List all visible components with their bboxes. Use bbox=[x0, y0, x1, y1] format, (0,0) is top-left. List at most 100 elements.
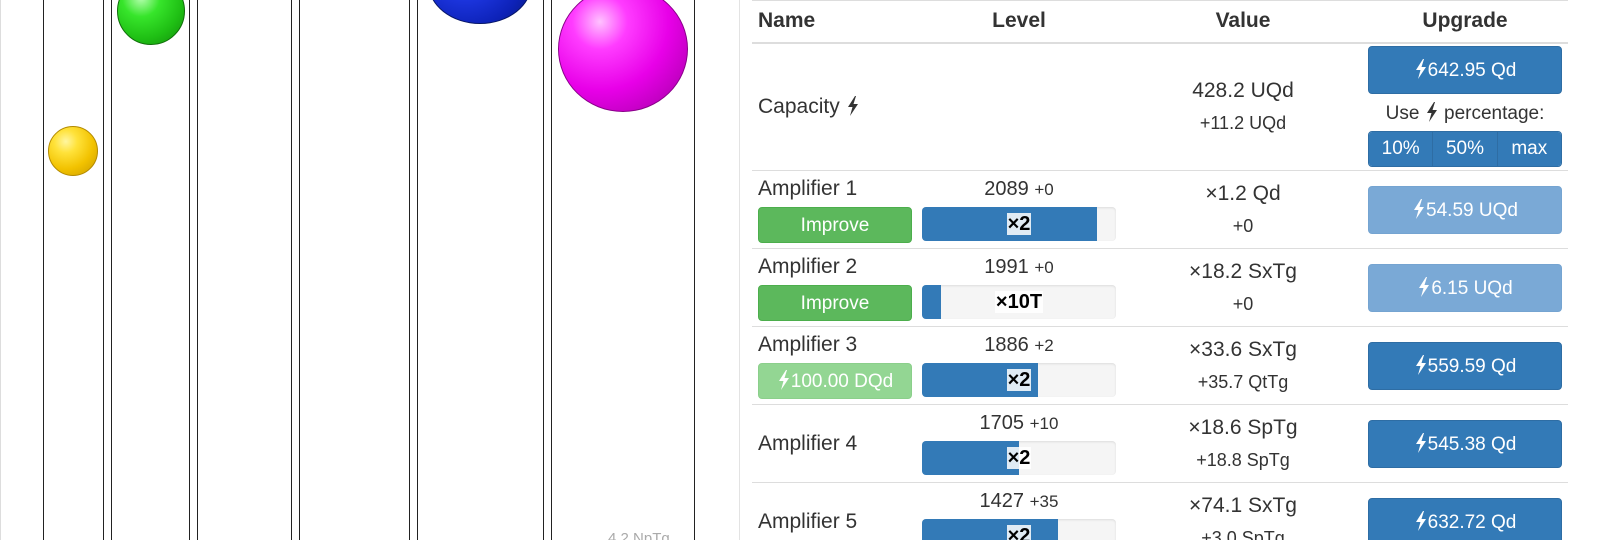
table-row: Amplifier 2 Improve 1991 +0 ×10T ×18.2 S… bbox=[752, 248, 1568, 327]
table-row: Amplifier 1 Improve 2089 +0 ×2 ×1.2 Qd +… bbox=[752, 170, 1568, 249]
amplifier-value-cell: ×18.6 SpTg +18.8 SpTg bbox=[1124, 404, 1362, 483]
tube bbox=[299, 0, 410, 540]
amplifier-value-delta: +0 bbox=[1232, 293, 1254, 314]
table-header: Name Level Value Upgrade bbox=[752, 0, 1568, 44]
capacity-value-delta: +11.2 UQd bbox=[1199, 112, 1287, 133]
table-row: Amplifier 5 1427 +35 ×2 ×74.1 SxTg +3.0 … bbox=[752, 482, 1568, 540]
amplifier-upgrade-cell: 6.15 UQd bbox=[1362, 248, 1568, 327]
amplifier-upgrade-cell: 632.72 Qd bbox=[1362, 482, 1568, 540]
lightning-bolt-icon bbox=[1414, 354, 1428, 375]
upgrades-panel: Name Level Value Upgrade Capacity 428.2 … bbox=[752, 0, 1568, 540]
improve-label: Improve bbox=[800, 292, 870, 314]
amplifier-name: Amplifier 1 bbox=[758, 176, 858, 200]
improve-button[interactable]: 100.00 DQd bbox=[758, 362, 912, 399]
improve-cost: 100.00 DQd bbox=[790, 370, 894, 392]
lightning-bolt-icon bbox=[1425, 102, 1439, 123]
amplifier-level-cell: 1705 +10 ×2 bbox=[914, 404, 1124, 483]
tube bbox=[111, 0, 190, 540]
percentage-max-button[interactable]: max bbox=[1497, 132, 1561, 167]
amplifier-value: ×1.2 Qd bbox=[1205, 181, 1281, 205]
capacity-value: 428.2 UQd bbox=[1192, 78, 1294, 102]
capacity-value-cell: 428.2 UQd +11.2 UQd bbox=[1124, 42, 1362, 171]
level-value: 2089 bbox=[984, 178, 1029, 200]
amplifier-name: Amplifier 3 bbox=[758, 332, 858, 356]
percentage-label: Use percentage: bbox=[1362, 102, 1568, 125]
amplifier-value-delta: +35.7 QtTg bbox=[1197, 371, 1289, 392]
simulation-area: 4.2 NpTg bbox=[0, 0, 740, 540]
percentage-50-button[interactable]: 50% bbox=[1433, 132, 1498, 167]
multiplier-progress-bar: ×2 bbox=[922, 519, 1116, 540]
upgrade-button[interactable]: 54.59 UQd bbox=[1368, 185, 1562, 234]
amplifier-name: Amplifier 5 bbox=[758, 509, 858, 533]
level-delta: +0 bbox=[1034, 180, 1054, 199]
table-row: Amplifier 4 1705 +10 ×2 ×18.6 SpTg +18.8… bbox=[752, 404, 1568, 483]
amplifier-upgrade-cell: 545.38 Qd bbox=[1362, 404, 1568, 483]
amplifier-name-cell: Amplifier 4 bbox=[752, 404, 914, 483]
upgrade-button[interactable]: 6.15 UQd bbox=[1368, 263, 1562, 312]
upgrade-cost: 559.59 Qd bbox=[1427, 355, 1517, 377]
lightning-bolt-icon bbox=[1414, 510, 1428, 531]
upgrade-button[interactable]: 632.72 Qd bbox=[1368, 497, 1562, 540]
amplifier-level-cell: 1991 +0 ×10T bbox=[914, 248, 1124, 327]
improve-button[interactable]: Improve bbox=[758, 206, 912, 243]
upgrade-cost: 545.38 Qd bbox=[1427, 433, 1517, 455]
multiplier-progress-bar: ×2 bbox=[922, 441, 1116, 475]
percentage-10-button[interactable]: 10% bbox=[1369, 132, 1434, 167]
multiplier-progress-bar: ×2 bbox=[922, 207, 1116, 241]
capacity-name-cell: Capacity bbox=[752, 42, 914, 171]
amplifier-upgrade-cell: 54.59 UQd bbox=[1362, 170, 1568, 249]
tube bbox=[43, 0, 104, 540]
amplifier-value-delta: +3.0 SpTg bbox=[1201, 527, 1285, 540]
amplifier-value: ×74.1 SxTg bbox=[1189, 493, 1297, 517]
multiplier-label: ×2 bbox=[1006, 369, 1032, 391]
header-value: Value bbox=[1124, 0, 1362, 44]
capacity-label: Capacity bbox=[758, 94, 840, 118]
table-row: Amplifier 3 100.00 DQd 1886 +2 ×2 ×33.6 … bbox=[752, 326, 1568, 405]
amplifier-value-cell: ×74.1 SxTg +3.0 SpTg bbox=[1124, 482, 1362, 540]
capacity-upgrade-button[interactable]: 642.95 Qd bbox=[1368, 46, 1562, 95]
amplifier-name-cell: Amplifier 2 Improve bbox=[752, 248, 914, 327]
lightning-bolt-icon bbox=[1417, 276, 1431, 297]
progress-label: ×10T bbox=[922, 285, 1116, 319]
table-row-capacity: Capacity 428.2 UQd +11.2 UQd 642.95 Qd U… bbox=[752, 42, 1568, 171]
level-delta: +2 bbox=[1034, 336, 1054, 355]
improve-button[interactable]: Improve bbox=[758, 284, 912, 321]
amplifier-value-cell: ×1.2 Qd +0 bbox=[1124, 170, 1362, 249]
amplifier-value: ×18.2 SxTg bbox=[1189, 259, 1297, 283]
improve-label: Improve bbox=[800, 214, 870, 236]
simulation-edge bbox=[0, 0, 1, 540]
multiplier-label: ×2 bbox=[1006, 525, 1032, 540]
progress-label: ×2 bbox=[922, 363, 1116, 397]
amplifier-level-cell: 1427 +35 ×2 bbox=[914, 482, 1124, 540]
amplifier-value-delta: +18.8 SpTg bbox=[1196, 449, 1290, 470]
multiplier-label: ×2 bbox=[1006, 213, 1032, 235]
amplifier-value-cell: ×18.2 SxTg +0 bbox=[1124, 248, 1362, 327]
tube bbox=[417, 0, 544, 540]
level-delta: +35 bbox=[1029, 492, 1059, 512]
progress-label: ×2 bbox=[922, 441, 1116, 475]
capacity-upgrade-cell: 642.95 Qd Use percentage: 10% 50% max bbox=[1362, 42, 1568, 171]
amplifier-name-cell: Amplifier 5 bbox=[752, 482, 914, 540]
lightning-bolt-icon bbox=[1412, 198, 1426, 219]
lightning-bolt-icon bbox=[777, 369, 791, 390]
multiplier-label: ×10T bbox=[994, 291, 1044, 313]
amplifier-name-cell: Amplifier 1 Improve bbox=[752, 170, 914, 249]
amplifier-level: 1427 +35 bbox=[914, 490, 1124, 513]
percentage-label-prefix: Use bbox=[1385, 103, 1420, 125]
upgrade-button[interactable]: 559.59 Qd bbox=[1368, 341, 1562, 390]
upgrade-cost: 6.15 UQd bbox=[1431, 277, 1513, 299]
lightning-bolt-icon bbox=[1414, 59, 1428, 80]
level-value: 1991 bbox=[984, 256, 1029, 278]
amplifier-level: 1886 +2 bbox=[914, 334, 1124, 357]
tube bbox=[197, 0, 292, 540]
upgrade-cost: 632.72 Qd bbox=[1427, 511, 1517, 533]
amplifier-level: 2089 +0 bbox=[914, 178, 1124, 201]
amplifier-name: Amplifier 2 bbox=[758, 254, 858, 278]
percentage-label-suffix: percentage: bbox=[1444, 103, 1545, 125]
multiplier-progress-bar: ×10T bbox=[922, 285, 1116, 319]
level-value: 1427 bbox=[979, 490, 1025, 513]
amplifier-level-cell: 2089 +0 ×2 bbox=[914, 170, 1124, 249]
upgrade-cost: 54.59 UQd bbox=[1426, 199, 1518, 221]
upgrade-button[interactable]: 545.38 Qd bbox=[1368, 419, 1562, 468]
percentage-button-group: 10% 50% max bbox=[1368, 131, 1562, 168]
